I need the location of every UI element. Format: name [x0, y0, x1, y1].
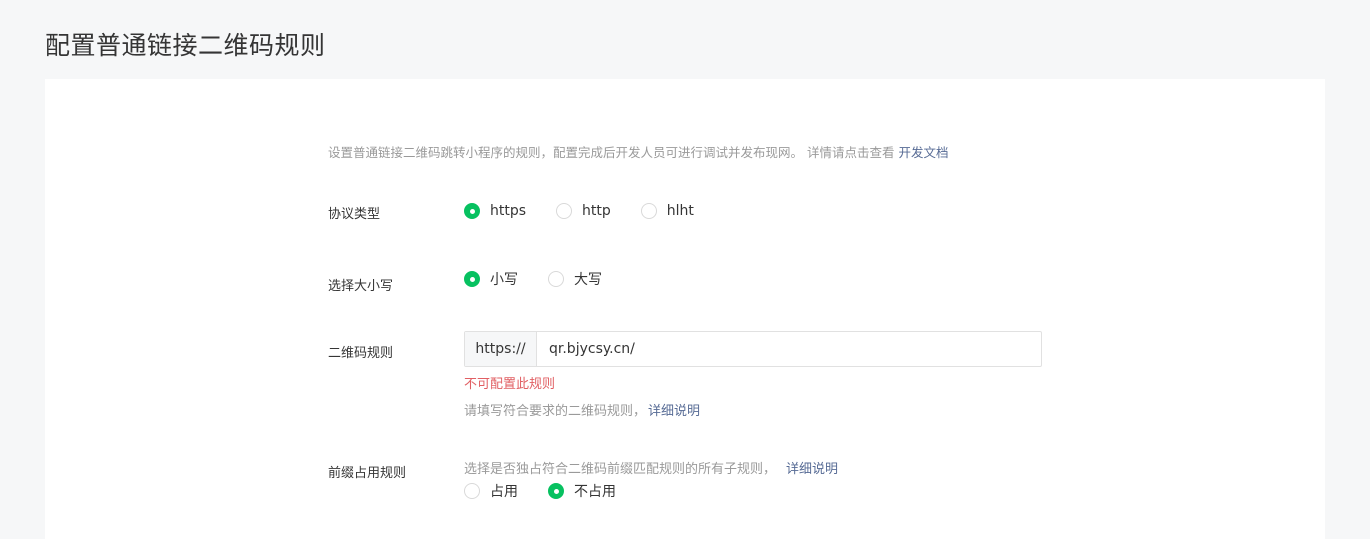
page-title: 配置普通链接二维码规则: [45, 31, 326, 60]
intro-text: 设置普通链接二维码跳转小程序的规则，配置完成后开发人员可进行调试并发布现网。 详…: [328, 145, 895, 160]
prefix-rule-label: 前缀占用规则: [328, 466, 407, 481]
prefix-option-not-occupy[interactable]: 不占用: [548, 481, 616, 501]
qr-rule-error: 不可配置此规则: [464, 377, 556, 392]
prefix-rule-detail-link[interactable]: 详细说明: [786, 462, 838, 477]
qr-rule-tip: 请填写符合要求的二维码规则， 详细说明: [464, 400, 700, 419]
protocol-option-https[interactable]: https: [464, 203, 526, 219]
form-card: 设置普通链接二维码跳转小程序的规则，配置完成后开发人员可进行调试并发布现网。 详…: [45, 79, 1325, 539]
intro-description: 设置普通链接二维码跳转小程序的规则，配置完成后开发人员可进行调试并发布现网。 详…: [328, 142, 949, 161]
case-option-upper[interactable]: 大写: [548, 269, 602, 289]
radio-checked-icon: [464, 203, 480, 219]
case-option-label: 大写: [574, 272, 602, 288]
radio-unchecked-icon: [464, 483, 480, 499]
radio-unchecked-icon: [548, 271, 564, 287]
prefix-rule-tip-text: 选择是否独占符合二维码前缀匹配规则的所有子规则，: [464, 462, 777, 477]
radio-unchecked-icon: [556, 203, 573, 219]
case-radio-group: 小写 大写: [464, 269, 602, 289]
case-option-label: 小写: [490, 272, 518, 288]
case-label: 选择大小写: [328, 279, 394, 294]
protocol-option-label: https: [490, 203, 527, 219]
qr-rule-input[interactable]: [537, 332, 1041, 366]
qr-rule-prefix: https://: [465, 332, 537, 366]
qr-rule-input-group: https://: [464, 331, 1042, 367]
prefix-option-label: 占用: [490, 484, 518, 500]
dev-docs-link[interactable]: 开发文档: [898, 145, 948, 160]
protocol-label: 协议类型: [328, 207, 381, 222]
protocol-option-hlht[interactable]: hlht: [640, 203, 694, 219]
case-option-lower[interactable]: 小写: [464, 269, 518, 289]
qr-rule-tip-text: 请填写符合要求的二维码规则，: [464, 404, 647, 419]
radio-checked-icon: [548, 483, 564, 499]
qr-rule-detail-link[interactable]: 详细说明: [648, 404, 700, 419]
prefix-rule-radio-group: 占用 不占用: [464, 481, 616, 501]
radio-checked-icon: [464, 271, 480, 287]
protocol-option-label: hlht: [666, 203, 694, 219]
prefix-option-occupy[interactable]: 占用: [464, 481, 518, 501]
prefix-rule-tip: 选择是否独占符合二维码前缀匹配规则的所有子规则， 详细说明: [464, 458, 838, 477]
qr-rule-label: 二维码规则: [328, 346, 394, 361]
prefix-option-label: 不占用: [574, 484, 616, 500]
protocol-option-label: http: [582, 203, 611, 219]
radio-unchecked-icon: [640, 203, 657, 219]
protocol-radio-group: https http hlht: [464, 203, 694, 219]
protocol-option-http[interactable]: http: [556, 203, 611, 219]
